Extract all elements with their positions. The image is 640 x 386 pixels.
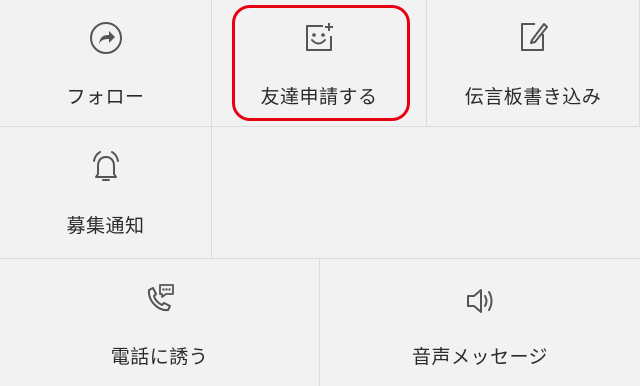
follow-arrow-icon	[89, 22, 122, 54]
invite-call-label: 電話に誘う	[110, 346, 209, 368]
empty-cell	[212, 127, 640, 259]
friend-request-button[interactable]: 友達申請する	[212, 0, 427, 127]
friend-request-label: 友達申請する	[260, 86, 378, 108]
action-menu-grid: フォロー 友達申請する 伝言板書き込み 募集通知 電話に誘う 音声メッセージ	[0, 0, 640, 386]
message-board-button[interactable]: 伝言板書き込み	[427, 0, 640, 127]
recruit-notice-button[interactable]: 募集通知	[0, 127, 212, 259]
alarm-bell-icon	[92, 151, 119, 181]
invite-call-button[interactable]: 電話に誘う	[0, 259, 320, 386]
note-pencil-icon	[521, 23, 548, 51]
voice-message-label: 音声メッセージ	[411, 346, 549, 368]
recruit-notice-label: 募集通知	[66, 215, 145, 237]
phone-chat-icon	[147, 284, 174, 312]
smiley-plus-icon	[306, 23, 333, 51]
follow-button[interactable]: フォロー	[0, 0, 212, 127]
voice-message-button[interactable]: 音声メッセージ	[320, 259, 640, 386]
speaker-icon	[467, 289, 493, 313]
message-board-label: 伝言板書き込み	[464, 86, 602, 108]
follow-label: フォロー	[66, 86, 145, 108]
